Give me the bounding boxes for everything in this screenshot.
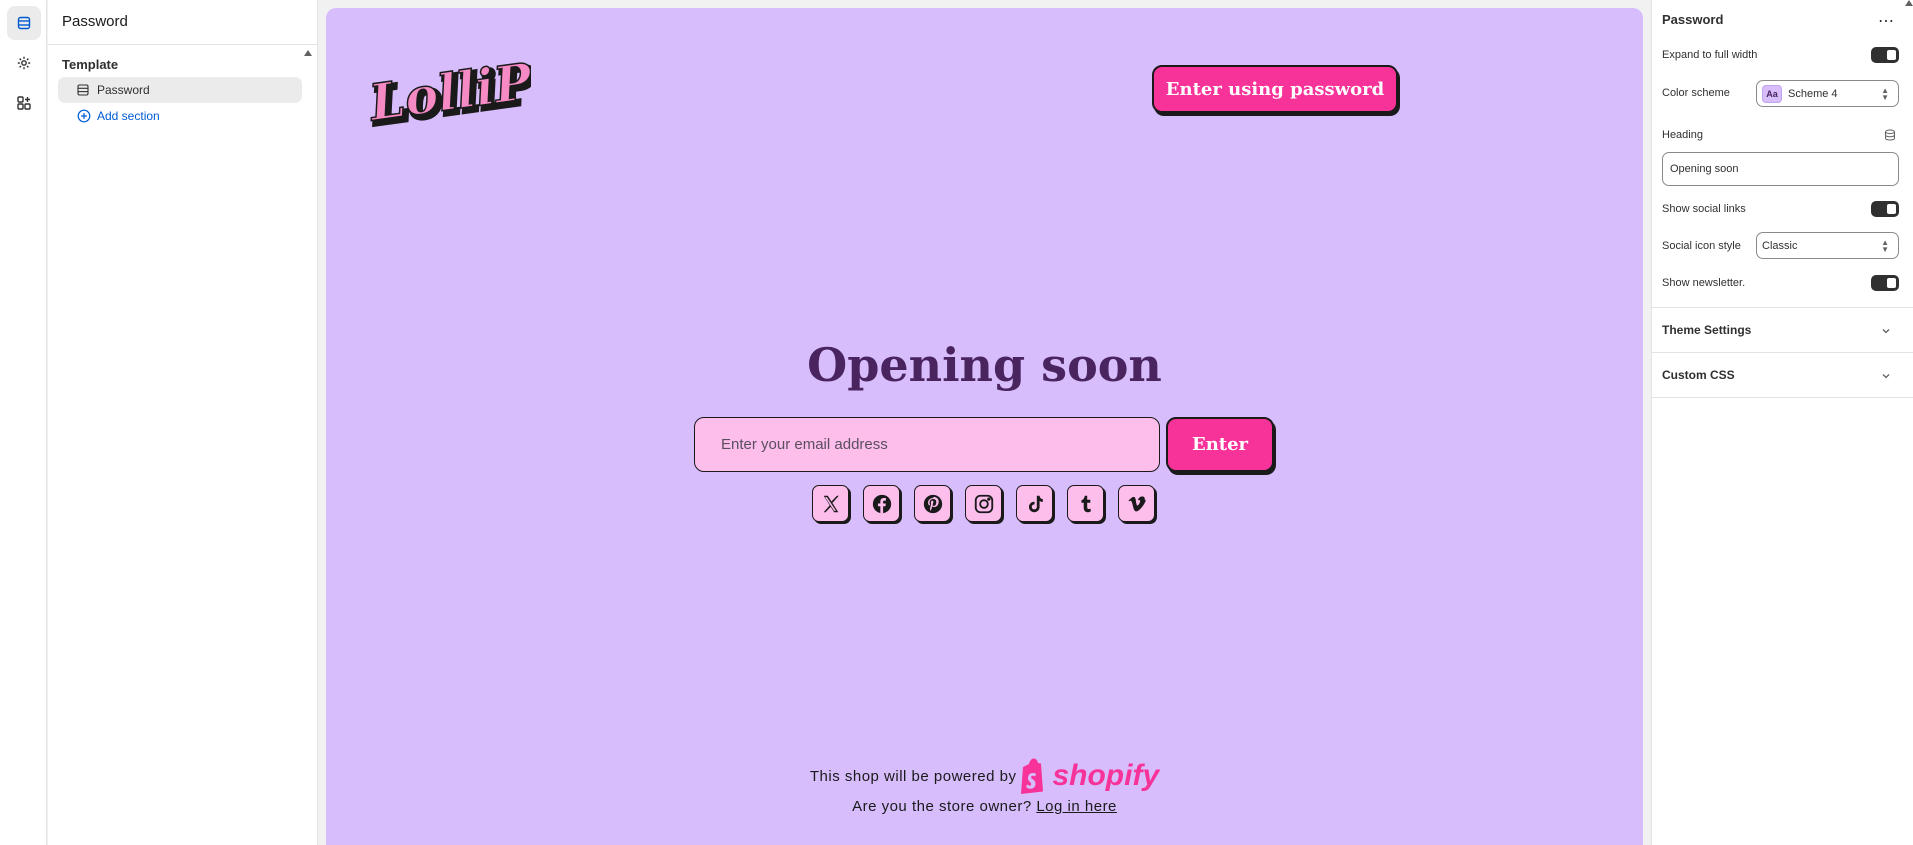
- shopify-bag-icon: [1021, 758, 1044, 794]
- custom-css-header[interactable]: Custom CSS: [1662, 368, 1735, 382]
- x-icon[interactable]: [812, 485, 849, 522]
- social-links: [812, 485, 1155, 522]
- expand-toggle[interactable]: [1871, 47, 1899, 63]
- owner-question: Are you the store owner?: [852, 798, 1032, 815]
- color-scheme-select[interactable]: Aa Scheme 4 ▲ ▼: [1756, 80, 1899, 107]
- email-input[interactable]: Enter your email address: [694, 417, 1160, 472]
- select-chevron-icon: ▲ ▼: [1881, 238, 1889, 254]
- store-logo[interactable]: LolliPop LolliPop: [363, 41, 608, 141]
- instagram-icon[interactable]: [965, 485, 1002, 522]
- newsletter-label: Show newsletter.: [1662, 277, 1746, 289]
- enter-button[interactable]: Enter: [1166, 417, 1274, 472]
- sidebar-item-password[interactable]: Password: [58, 77, 302, 103]
- scheme-swatch: Aa: [1762, 84, 1782, 103]
- social-icon-style-value: Classic: [1762, 239, 1798, 252]
- sidebar-title: Password: [62, 13, 128, 30]
- section-icon: [77, 84, 89, 96]
- color-scheme-value: Scheme 4: [1788, 87, 1838, 100]
- collapse-caret-icon[interactable]: [304, 50, 312, 56]
- apps-icon[interactable]: [7, 86, 41, 120]
- chevron-down-icon[interactable]: [1881, 371, 1891, 381]
- login-link[interactable]: Log in here: [1036, 798, 1117, 815]
- template-group-label: Template: [62, 57, 119, 72]
- expand-label: Expand to full width: [1662, 49, 1758, 61]
- sections-icon[interactable]: [7, 6, 41, 40]
- select-chevron-icon: ▲ ▼: [1881, 86, 1889, 102]
- sections-sidebar: Password Template Password Add section: [48, 0, 318, 845]
- plus-circle-icon: [77, 109, 91, 123]
- enter-using-password-button[interactable]: Enter using password: [1152, 65, 1398, 113]
- powered-by-text: This shop will be powered by: [809, 767, 1017, 785]
- add-section-button[interactable]: Add section: [77, 109, 160, 123]
- dynamic-source-icon[interactable]: [1884, 129, 1896, 141]
- settings-panel: Password ⋯ Expand to full width Color sc…: [1651, 0, 1913, 845]
- social-icon-style-select[interactable]: Classic ▲ ▼: [1756, 232, 1899, 259]
- newsletter-toggle[interactable]: [1871, 275, 1899, 291]
- facebook-icon[interactable]: [863, 485, 900, 522]
- heading-label: Heading: [1662, 129, 1703, 141]
- panel-title: Password: [1662, 12, 1724, 27]
- logo-text: LolliPop: [366, 46, 531, 133]
- social-icon-style-label: Social icon style: [1662, 240, 1741, 252]
- tiktok-icon[interactable]: [1016, 485, 1053, 522]
- panel-divider: [1652, 352, 1913, 353]
- store-owner-line: Are you the store owner? Log in here: [326, 798, 1643, 815]
- settings-gear-icon[interactable]: [7, 46, 41, 80]
- social-links-label: Show social links: [1662, 203, 1746, 215]
- page-heading: Opening soon: [807, 338, 1162, 392]
- shopify-logo[interactable]: shopify: [1018, 758, 1159, 794]
- preview-area: LolliPop LolliPop Enter using password O…: [319, 0, 1651, 845]
- color-scheme-label: Color scheme: [1662, 87, 1730, 99]
- heading-input[interactable]: Opening soon: [1662, 152, 1899, 186]
- vimeo-icon[interactable]: [1118, 485, 1155, 522]
- panel-divider: [1652, 307, 1913, 308]
- scroll-up-caret-icon[interactable]: [1905, 0, 1913, 6]
- chevron-down-icon[interactable]: [1881, 326, 1891, 336]
- store-preview: LolliPop LolliPop Enter using password O…: [326, 8, 1643, 845]
- shopify-wordmark: shopify: [1052, 759, 1160, 792]
- pinterest-icon[interactable]: [914, 485, 951, 522]
- powered-by-line: This shop will be powered by shopify: [326, 758, 1643, 794]
- add-section-label: Add section: [97, 109, 160, 123]
- panel-divider: [1652, 397, 1913, 398]
- social-links-toggle[interactable]: [1871, 201, 1899, 217]
- sidebar-divider: [48, 44, 318, 45]
- sidebar-item-label: Password: [97, 83, 150, 97]
- icon-rail: [0, 0, 47, 845]
- theme-settings-header[interactable]: Theme Settings: [1662, 323, 1751, 337]
- more-actions-icon[interactable]: ⋯: [1878, 11, 1895, 31]
- tumblr-icon[interactable]: [1067, 485, 1104, 522]
